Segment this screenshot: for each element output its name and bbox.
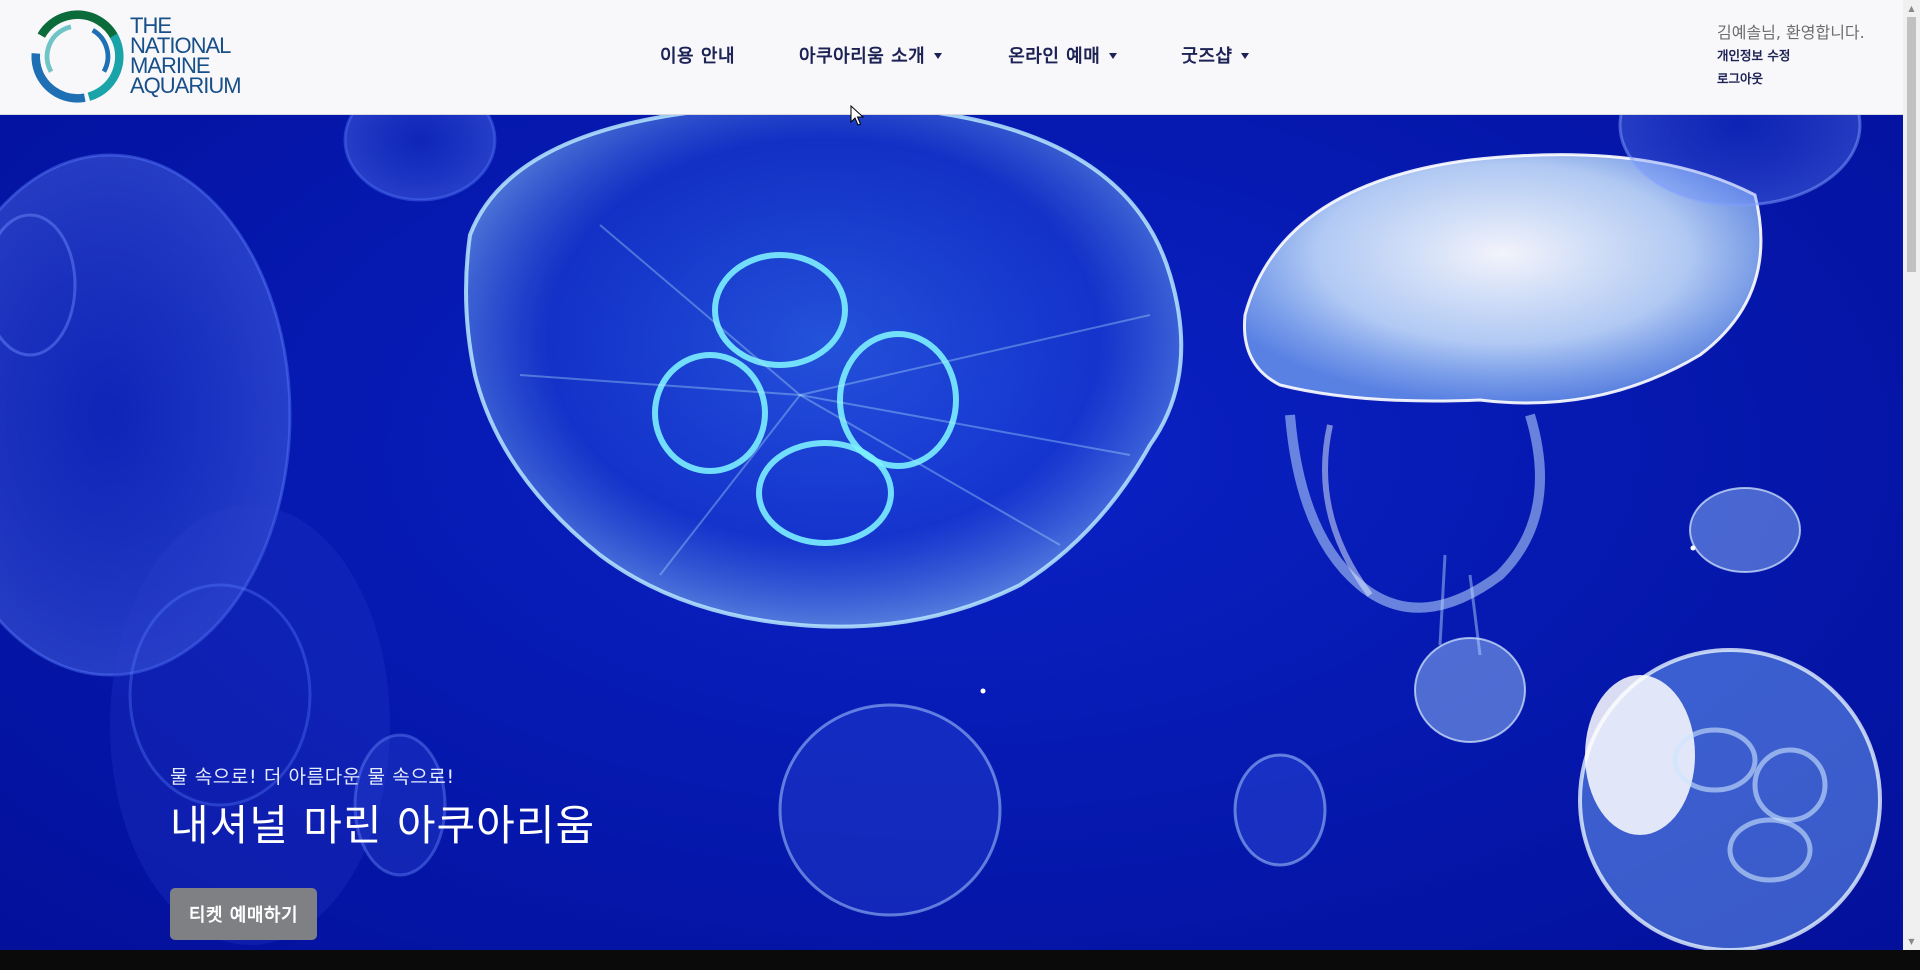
user-menu: 김예솔님, 환영합니다. 개인정보 수정 로그아웃 [1717, 19, 1897, 90]
logo-line: AQUARIUM [130, 73, 242, 98]
site-header: THE NATIONAL MARINE AQUARIUM 이용 안내 아쿠아리움… [0, 0, 1903, 115]
nav-item-shop[interactable]: 굿즈샵 [1181, 42, 1250, 68]
nav-item-label: 아쿠아리움 소개 [799, 46, 926, 67]
caret-down-icon [1109, 53, 1118, 59]
caret-down-icon [934, 53, 943, 59]
hero-subtitle: 물 속으로! 더 아름다운 물 속으로! [170, 766, 455, 788]
nav-item-about[interactable]: 아쿠아리움 소개 [799, 42, 943, 68]
main-nav: 이용 안내 아쿠아리움 소개 온라인 예매 굿즈샵 [660, 40, 1250, 70]
logo-text: THE NATIONAL MARINE AQUARIUM [130, 15, 260, 98]
ticket-booking-button[interactable]: 티켓 예매하기 [170, 888, 317, 940]
hero-banner: 물 속으로! 더 아름다운 물 속으로! 내셔널 마린 아쿠아리움 티켓 예매하… [0, 115, 1903, 950]
nav-item-label: 이용 안내 [660, 46, 736, 67]
hero-title: 내셔널 마린 아쿠아리움 [170, 801, 596, 850]
nav-item-guide[interactable]: 이용 안내 [660, 42, 735, 68]
scroll-down-arrow-icon[interactable]: ▼ [1903, 933, 1920, 950]
nav-item-label: 굿즈샵 [1181, 46, 1233, 67]
logo-link[interactable]: THE NATIONAL MARINE AQUARIUM [30, 9, 250, 104]
scrollbar-thumb[interactable] [1907, 17, 1916, 272]
welcome-message: 김예솔님, 환영합니다. [1717, 23, 1865, 42]
taskbar [0, 950, 1920, 970]
logout-link[interactable]: 로그아웃 [1717, 68, 1897, 90]
edit-profile-link[interactable]: 개인정보 수정 [1717, 45, 1897, 67]
mouse-pointer-icon [850, 105, 864, 126]
aquarium-logo-icon [31, 10, 124, 103]
nav-item-booking[interactable]: 온라인 예매 [1008, 42, 1118, 68]
caret-down-icon [1241, 53, 1250, 59]
page-scrollbar[interactable]: ▲ ▼ [1903, 0, 1920, 950]
nav-item-label: 온라인 예매 [1008, 46, 1101, 67]
scroll-up-arrow-icon[interactable]: ▲ [1903, 0, 1920, 17]
